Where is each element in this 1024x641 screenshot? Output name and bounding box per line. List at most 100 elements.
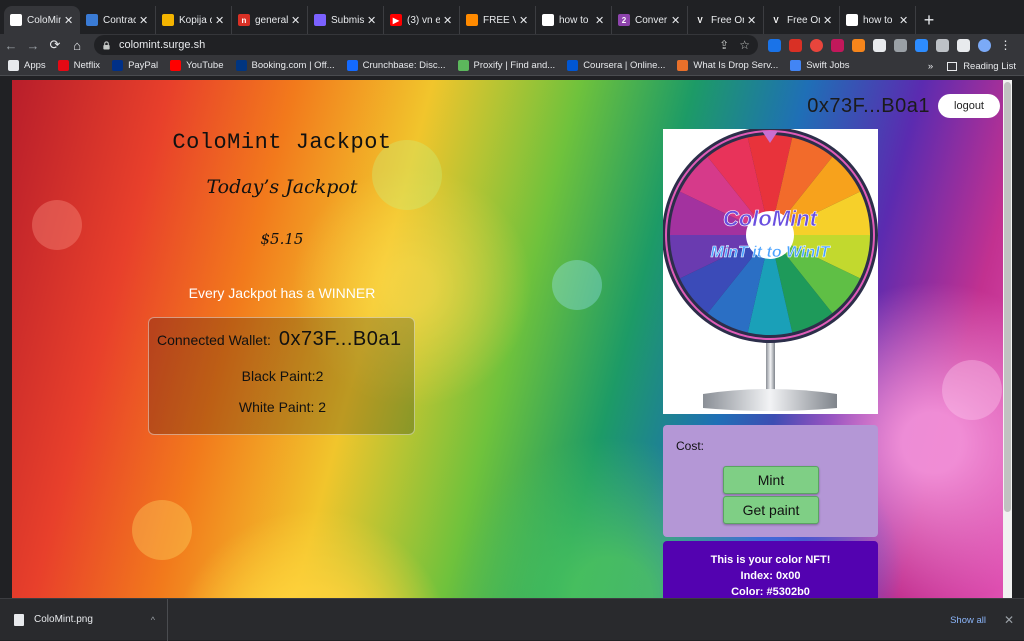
bookmark-label: Proxify | Find and... (473, 60, 556, 71)
extension-grid-icon[interactable] (873, 38, 886, 52)
home-icon[interactable]: ⌂ (66, 34, 88, 56)
bookmark-item[interactable]: PayPal (112, 60, 158, 71)
back-icon[interactable]: ← (0, 34, 22, 56)
bookmark-favicon-icon (112, 60, 124, 71)
tab-close-icon[interactable]: ✕ (519, 14, 529, 27)
browser-tab[interactable]: Contract✕ (80, 6, 156, 34)
bookmark-item[interactable]: YouTube (170, 60, 224, 71)
tab-close-icon[interactable]: ✕ (64, 14, 74, 27)
bookmark-item[interactable]: Booking.com | Off... (235, 60, 335, 71)
bookmark-item[interactable]: Crunchbase: Disc... (346, 60, 446, 71)
tab-close-icon[interactable]: ✕ (139, 14, 149, 27)
show-all-button[interactable]: Show all (950, 599, 986, 641)
tab-favicon-icon: 2 (618, 14, 630, 26)
bookmark-label: What Is Drop Serv... (693, 60, 779, 71)
logout-button[interactable]: logout (938, 94, 1000, 118)
bookmark-item[interactable]: Apps (8, 60, 46, 71)
close-icon[interactable]: ✕ (1004, 599, 1014, 641)
extension-fox-icon[interactable] (852, 38, 865, 52)
tab-close-icon[interactable]: ✕ (367, 14, 377, 27)
reading-list-button[interactable]: Reading List (963, 61, 1016, 72)
extension-calendar-icon[interactable] (894, 38, 907, 52)
browser-tab[interactable]: n general ✕ (232, 6, 308, 34)
page-scrollbar[interactable] (1003, 80, 1012, 598)
download-bar: ColoMint.png ^ Show all ✕ (0, 598, 1024, 641)
page-viewport: 0x73F...B0a1 logout ColoMint Jackpot Tod… (12, 80, 1012, 598)
new-tab-icon[interactable]: + (916, 6, 942, 34)
bookmark-star-icon[interactable]: ☆ (739, 38, 750, 52)
tab-close-icon[interactable]: ✕ (823, 14, 833, 27)
browser-tab[interactable]: ▶ (3) vn e ✕ (384, 6, 460, 34)
wallet-address: 0x73F...B0a1 (278, 328, 402, 350)
browser-tab[interactable]: Ghow to ✕ (536, 6, 612, 34)
extension-screen-icon[interactable] (789, 38, 802, 52)
bookmark-label: Netflix (73, 60, 101, 71)
bookmarks-more-icon[interactable]: » (928, 61, 933, 72)
extension-k-icon[interactable] (831, 38, 844, 52)
bookmark-favicon-icon (567, 60, 579, 71)
browser-tab[interactable]: ColoMint✕ (4, 6, 80, 34)
wallet-card: Connected Wallet: 0x73F...B0a1 Black Pai… (148, 317, 415, 435)
extension-doc-icon[interactable] (936, 38, 949, 52)
browser-tab[interactable]: 2 Conver ✕ (612, 6, 688, 34)
bookmark-item[interactable]: Netflix (57, 60, 101, 71)
wheel-tagline: MinT it to WinIT (711, 244, 831, 261)
mint-button[interactable]: Mint (723, 466, 819, 494)
browser-tab[interactable]: Kopija d ✕ (156, 6, 232, 34)
tab-close-icon[interactable]: ✕ (595, 14, 605, 27)
tab-close-icon[interactable]: ✕ (747, 14, 757, 27)
menu-dots-icon[interactable]: ⋮ (999, 38, 1012, 52)
wallet-row: Connected Wallet: 0x73F...B0a1 (157, 328, 402, 351)
tab-title: FREE Vi (483, 14, 516, 26)
browser-tab[interactable]: V Free On✕ (688, 6, 764, 34)
tab-close-icon[interactable]: ✕ (215, 14, 225, 27)
browser-tab[interactable]: Submis ✕ (308, 6, 384, 34)
tab-title: Free On (787, 14, 820, 26)
reading-list-icon (947, 61, 958, 71)
address-bar[interactable]: colomint.surge.sh ⇪ ☆ (94, 35, 758, 55)
tab-close-icon[interactable]: ✕ (291, 14, 301, 27)
wallet-label: Connected Wallet: (157, 332, 271, 348)
bookmark-item[interactable]: Coursera | Online... (567, 60, 665, 71)
tab-favicon-icon: n (238, 14, 250, 26)
extension-zoom-icon[interactable] (915, 38, 928, 52)
wheel-stand-base (703, 389, 837, 411)
tab-strip: ColoMint✕Contract✕Kopija d✕ngeneral✕Subm… (0, 0, 1024, 34)
black-paint-count: Black Paint:2 (241, 368, 324, 384)
bookmark-favicon-icon (457, 60, 469, 71)
tab-close-icon[interactable]: ✕ (671, 14, 681, 27)
scrollbar-thumb[interactable] (1004, 82, 1011, 512)
glitter-decoration (552, 260, 602, 310)
extension-check-icon[interactable] (768, 38, 781, 52)
tab-close-icon[interactable]: ✕ (899, 14, 909, 27)
chevron-up-icon[interactable]: ^ (151, 615, 155, 625)
browser-tab[interactable]: Ghow to ✕ (840, 6, 916, 34)
tab-favicon-icon: ▶ (390, 14, 402, 26)
tab-title: Conver (635, 14, 668, 26)
tab-close-icon[interactable]: ✕ (443, 14, 453, 27)
tab-favicon-icon: G (846, 14, 858, 26)
get-paint-button[interactable]: Get paint (723, 496, 819, 524)
profile-avatar[interactable] (978, 38, 991, 52)
extensions-puzzle-icon[interactable] (957, 38, 970, 52)
white-paint-count: White Paint: 2 (238, 399, 327, 415)
reload-icon[interactable]: ⟳ (44, 34, 66, 56)
jackpot-subtitle: Today’s Jackpot (206, 176, 358, 198)
bookmark-item[interactable]: What Is Drop Serv... (677, 60, 778, 71)
browser-toolbar: ← → ⟳ ⌂ colomint.surge.sh ⇪ ☆ ⋮ (0, 34, 1024, 56)
download-item[interactable]: ColoMint.png ^ (0, 598, 168, 641)
prize-wheel: ColoMint MinT it to WinIT (662, 127, 878, 411)
bookmark-item[interactable]: Proxify | Find and... (457, 60, 556, 71)
winner-tagline: Every Jackpot has a WINNER (188, 285, 376, 301)
share-icon[interactable]: ⇪ (719, 38, 729, 52)
bookmark-item[interactable]: Swift Jobs (790, 60, 850, 71)
header-wallet-address: 0x73F...B0a1 (807, 94, 931, 117)
extension-record-icon[interactable] (810, 38, 823, 52)
tab-title: how to (559, 14, 589, 26)
bookmark-favicon-icon (235, 60, 247, 71)
download-filename: ColoMint.png (34, 614, 93, 625)
browser-tab[interactable]: FREE Vi✕ (460, 6, 536, 34)
browser-tab[interactable]: V Free On✕ (764, 6, 840, 34)
tab-favicon-icon (314, 14, 326, 26)
forward-icon[interactable]: → (22, 34, 44, 56)
